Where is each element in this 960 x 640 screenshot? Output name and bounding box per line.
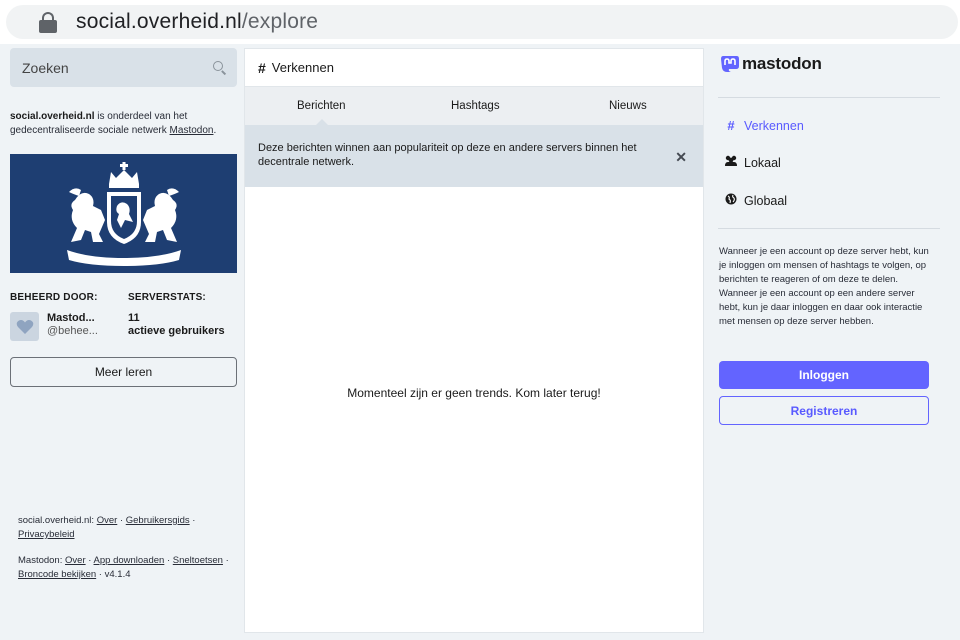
- right-sidebar: mastodon # Verkennen Lokaal Globaal Wann…: [704, 44, 960, 640]
- empty-message: Momenteel zijn er geen trends. Kom later…: [347, 386, 601, 400]
- footer-source-code-link[interactable]: Broncode bekijken: [18, 569, 96, 580]
- nav-label: Verkennen: [744, 118, 804, 133]
- server-banner: [10, 154, 237, 273]
- lock-icon: [38, 11, 58, 33]
- left-sidebar: social.overheid.nl is onderdeel van het …: [0, 44, 244, 640]
- admin-account[interactable]: Mastod... @behee...: [10, 312, 98, 341]
- coat-of-arms-icon: [66, 161, 181, 266]
- footer-guide-link[interactable]: Gebruikersgids: [126, 515, 190, 526]
- footer-shortcuts-link[interactable]: Sneltoetsen: [173, 555, 223, 566]
- url-field[interactable]: social.overheid.nl/explore: [6, 5, 958, 39]
- footer: social.overheid.nl: Over · Gebruikersgid…: [18, 514, 233, 594]
- notice-text: Deze berichten winnen aan populariteit o…: [258, 142, 637, 168]
- server-name: social.overheid.nl: [10, 111, 95, 122]
- active-users-label: actieve gebruikers: [128, 325, 225, 337]
- explore-column: # Verkennen Berichten Hashtags Nieuws De…: [244, 48, 704, 633]
- active-users-stat: 11 actieve gebruikers: [128, 312, 225, 338]
- logo-text: mastodon: [742, 54, 822, 73]
- search-icon[interactable]: [213, 60, 227, 75]
- avatar[interactable]: [10, 312, 39, 341]
- mastodon-link[interactable]: Mastodon: [170, 125, 214, 136]
- divider: [718, 97, 940, 98]
- search-box[interactable]: [10, 48, 237, 87]
- mastodon-logo[interactable]: mastodon: [720, 54, 822, 74]
- footer-about-link[interactable]: Over: [97, 515, 118, 526]
- nav-label: Globaal: [744, 193, 788, 208]
- explore-tabs: Berichten Hashtags Nieuws: [245, 87, 703, 126]
- column-header: # Verkennen: [245, 49, 703, 87]
- trending-notice: Deze berichten winnen aan populariteit o…: [245, 125, 703, 187]
- nav-item-globaal[interactable]: Globaal: [724, 193, 787, 208]
- nav-item-verkennen[interactable]: # Verkennen: [724, 118, 804, 133]
- url-path: /explore: [241, 10, 319, 33]
- register-button[interactable]: Registreren: [719, 396, 929, 425]
- url-text[interactable]: social.overheid.nl/explore: [76, 10, 318, 34]
- nav-item-lokaal[interactable]: Lokaal: [724, 155, 781, 170]
- nav-label: Lokaal: [744, 155, 781, 170]
- login-button[interactable]: Inloggen: [719, 361, 929, 389]
- serverstats-label: SERVERSTATS:: [128, 292, 206, 303]
- tab-berichten[interactable]: Berichten: [297, 100, 346, 112]
- tab-hashtags[interactable]: Hashtags: [451, 100, 500, 112]
- login-info-text: Wanneer je een account op deze server he…: [719, 246, 929, 327]
- mastodon-logo-icon: [721, 56, 739, 72]
- browser-address-bar: social.overheid.nl/explore: [0, 0, 960, 44]
- footer-download-app-link[interactable]: App downloaden: [94, 555, 165, 566]
- server-about: social.overheid.nl is onderdeel van het …: [10, 111, 217, 136]
- globe-icon: [724, 193, 738, 208]
- footer-mastodon-about-link[interactable]: Over: [65, 555, 86, 566]
- column-title: Verkennen: [271, 60, 334, 75]
- admin-display-name: Mastod...: [47, 312, 95, 324]
- hash-icon: #: [258, 59, 266, 76]
- divider: [718, 228, 940, 229]
- hash-icon: #: [727, 118, 735, 133]
- managed-by-label: BEHEERD DOOR:: [10, 292, 98, 303]
- active-users-count: 11: [128, 312, 140, 324]
- admin-handle: @behee...: [47, 325, 98, 337]
- tab-nieuws[interactable]: Nieuws: [609, 100, 647, 112]
- search-input[interactable]: [22, 59, 192, 76]
- learn-more-button[interactable]: Meer leren: [10, 357, 237, 387]
- mastodon-heart-icon: [16, 319, 33, 334]
- version-text: v4.1.4: [104, 569, 131, 580]
- footer-server: social.overheid.nl: Over · Gebruikersgid…: [18, 515, 196, 540]
- url-host: social.overheid.nl: [76, 10, 242, 33]
- users-icon: [724, 155, 738, 170]
- close-icon[interactable]: ✕: [675, 150, 687, 164]
- footer-mastodon: Mastodon: Over · App downloaden · Snelto…: [18, 555, 229, 580]
- footer-privacy-link[interactable]: Privacybeleid: [18, 529, 75, 540]
